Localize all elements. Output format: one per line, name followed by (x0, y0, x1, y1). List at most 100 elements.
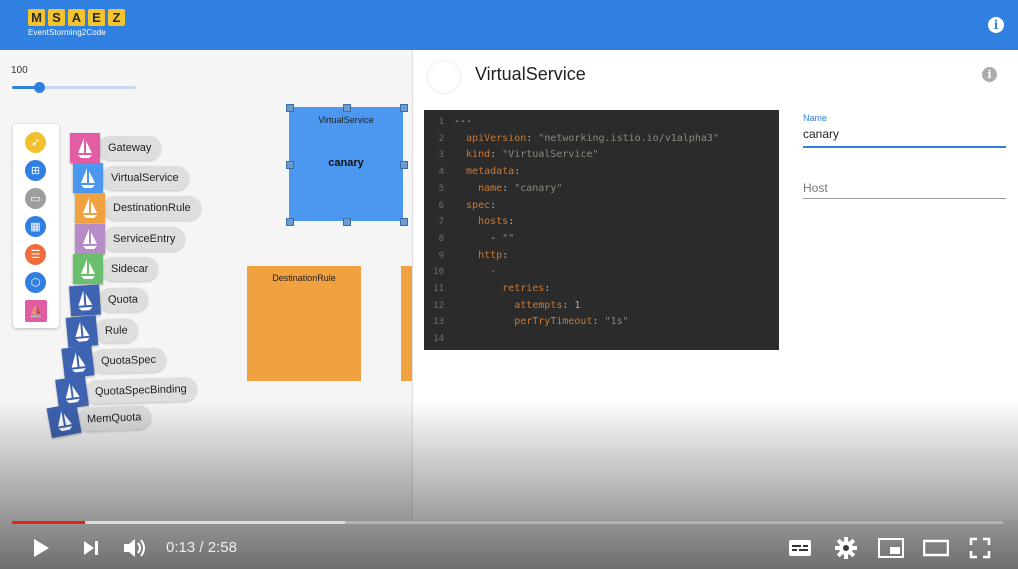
component-label: Gateway (98, 136, 162, 160)
fullscreen-button[interactable] (967, 536, 993, 560)
logo-letter: Z (108, 9, 125, 26)
resize-handle[interactable] (286, 218, 294, 226)
code-line: 10 - (424, 264, 496, 280)
code-token: : (544, 283, 551, 294)
component-item-memquota[interactable]: MemQuota (46, 402, 152, 438)
virtualservice-node[interactable]: VirtualService canary (289, 107, 403, 221)
name-field-underline (803, 146, 1006, 148)
progress-bar[interactable] (12, 521, 1003, 524)
code-token: hosts (454, 216, 509, 228)
code-token: "canary" (514, 182, 563, 194)
theater-mode-button[interactable] (922, 537, 950, 559)
sail-icon (46, 403, 82, 438)
zoom-slider[interactable] (12, 82, 136, 93)
code-line: 2 apiVersion: "networking.istio.io/v1alp… (424, 131, 719, 147)
destinationrule-node[interactable]: DestinationRule (247, 266, 361, 381)
code-line: 1 --- (424, 114, 472, 130)
list-icon[interactable]: ☰ (25, 244, 46, 265)
code-token: : (592, 316, 605, 328)
code-token: apiVersion (454, 132, 527, 144)
grid-icon[interactable]: ▦ (25, 216, 46, 237)
line-number: 8 (438, 233, 444, 244)
time-display: 0:13 / 2:58 (166, 539, 237, 556)
code-token: : (526, 132, 539, 144)
app-header: MSAEZ EventStorming2Code i (0, 0, 1018, 50)
code-token: : (490, 149, 503, 161)
panel-info-icon[interactable]: i (982, 67, 997, 82)
miniplayer-button[interactable] (877, 537, 905, 559)
code-token: --- (454, 116, 473, 127)
logo-letter: S (48, 9, 65, 26)
shield-icon[interactable]: ⬡ (25, 272, 46, 293)
name-field[interactable]: canary (803, 127, 839, 141)
miniplayer-icon (878, 538, 904, 558)
resize-handle[interactable] (286, 161, 294, 169)
name-field-label: Name (803, 113, 828, 123)
code-line: 14 (424, 331, 454, 347)
panel-title: VirtualService (475, 64, 586, 84)
code-token: name (454, 182, 503, 194)
sail-icon (73, 254, 103, 284)
line-number: 9 (438, 250, 444, 261)
server-icon[interactable]: ▭ (25, 188, 46, 209)
line-number: 5 (438, 183, 444, 194)
current-time: 0:13 (166, 539, 196, 556)
subtitles-button[interactable] (787, 538, 813, 558)
component-label: MemQuota (76, 404, 152, 432)
resize-handle[interactable] (343, 104, 351, 112)
code-token: : (502, 182, 515, 194)
component-item-quotaspec[interactable]: QuotaSpec (61, 345, 167, 379)
code-line: 4 metadata: (424, 164, 521, 180)
code-token: kind (454, 149, 491, 161)
next-button[interactable] (80, 538, 102, 558)
istio-icon[interactable]: ⛵ (25, 300, 47, 322)
code-token: metadata (454, 166, 515, 178)
play-icon (34, 539, 49, 557)
code-token: : (562, 299, 575, 311)
time-separator: / (195, 539, 208, 556)
volume-button[interactable] (121, 536, 149, 560)
settings-button[interactable] (834, 536, 858, 560)
component-item-sidecar[interactable]: Sidecar (73, 254, 159, 284)
property-panel: VirtualService i 1 --- 2 apiVersion: "netw… (412, 50, 1018, 520)
play-button[interactable] (28, 536, 54, 560)
line-number: 12 (433, 300, 444, 311)
code-token: perTryTimeout (454, 316, 593, 328)
zoom-value: 100 (11, 65, 28, 76)
resize-handle[interactable] (343, 218, 351, 226)
destinationrule-node-partial[interactable] (401, 266, 412, 381)
rocket-icon[interactable]: ➶ (25, 132, 46, 153)
line-number: 14 (433, 334, 444, 345)
component-item-virtualservice[interactable]: VirtualService (73, 163, 189, 193)
line-number: 10 (433, 267, 444, 278)
code-token: attempts (454, 299, 563, 311)
node-type-label: DestinationRule (272, 273, 336, 283)
gear-icon (835, 537, 857, 559)
component-item-serviceentry[interactable]: ServiceEntry (75, 224, 186, 254)
resize-handle[interactable] (400, 161, 408, 169)
code-token: retries (454, 283, 545, 294)
code-token: "networking.istio.io/v1alpha3" (538, 132, 719, 144)
code-token: spec (454, 199, 491, 211)
logo-letter: A (68, 9, 85, 26)
resize-handle[interactable] (400, 218, 408, 226)
resize-handle[interactable] (400, 104, 408, 112)
resize-handle[interactable] (286, 104, 294, 112)
component-item-destinationrule[interactable]: DestinationRule (75, 193, 201, 223)
msaez-logo[interactable]: MSAEZ EventStorming2Code (28, 9, 126, 41)
panel-avatar (427, 60, 461, 94)
component-item-rule[interactable]: Rule (65, 315, 138, 348)
logo-letter: E (88, 9, 105, 26)
component-item-quota[interactable]: Quota (69, 284, 149, 317)
component-item-gateway[interactable]: Gateway (70, 133, 162, 163)
yaml-code-editor[interactable]: 1 --- 2 apiVersion: "networking.istio.io/v… (424, 110, 779, 350)
host-field[interactable]: Host (803, 181, 828, 195)
component-label: Quota (97, 287, 149, 313)
sitemap-icon[interactable]: ⊞ (25, 160, 46, 181)
info-icon[interactable]: i (988, 17, 1004, 33)
code-token: http (454, 249, 503, 261)
line-number: 3 (438, 150, 444, 161)
fullscreen-icon (969, 537, 991, 559)
logo-letter: M (28, 9, 45, 26)
logo-letters: MSAEZ (28, 9, 126, 26)
